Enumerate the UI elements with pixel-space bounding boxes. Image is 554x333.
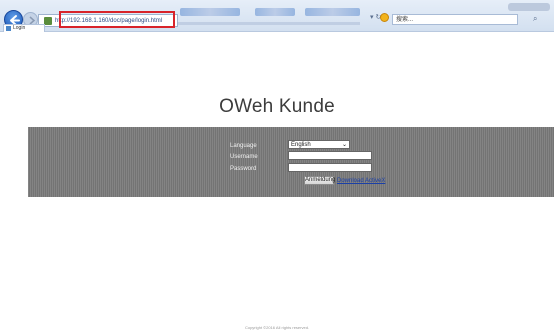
chevron-down-icon: ⌄ <box>341 142 347 148</box>
address-bar[interactable]: http://192.168.1.160/doc/page/login.html <box>38 14 178 27</box>
blurred-toolbar-item <box>305 8 360 16</box>
login-band <box>28 127 554 197</box>
address-url[interactable]: http://192.168.1.160/doc/page/login.html <box>55 16 162 26</box>
browser-toolbar: http://192.168.1.160/doc/page/login.html… <box>0 0 554 32</box>
tab-login[interactable]: Login <box>3 24 45 32</box>
password-input[interactable] <box>288 163 372 172</box>
tab-title: Login <box>13 25 26 31</box>
browser-search-box[interactable]: 搜索... <box>392 14 518 25</box>
compatibility-icon[interactable] <box>380 13 389 22</box>
blurred-toolbar-item <box>255 8 295 16</box>
window-controls[interactable] <box>508 3 550 11</box>
login-button[interactable]: Anmeldung <box>304 176 335 185</box>
search-icon[interactable]: ⌕ <box>533 14 537 24</box>
language-value: English <box>291 142 311 148</box>
copyright-footer: Copyright ©2016 All rights reserved. <box>244 325 310 330</box>
language-label: Language <box>230 143 257 149</box>
username-label: Username <box>230 154 258 160</box>
language-select[interactable]: English ⌄ <box>288 140 350 149</box>
search-placeholder: 搜索... <box>396 17 414 23</box>
blurred-toolbar-item <box>180 8 240 16</box>
password-label: Password <box>230 166 257 172</box>
download-activex-link[interactable]: Download ActiveX <box>337 177 385 185</box>
username-input[interactable] <box>288 151 372 160</box>
brand-title: OWeh Kunde <box>219 96 335 117</box>
page-icon <box>44 17 52 25</box>
tab-page-icon <box>6 26 11 31</box>
